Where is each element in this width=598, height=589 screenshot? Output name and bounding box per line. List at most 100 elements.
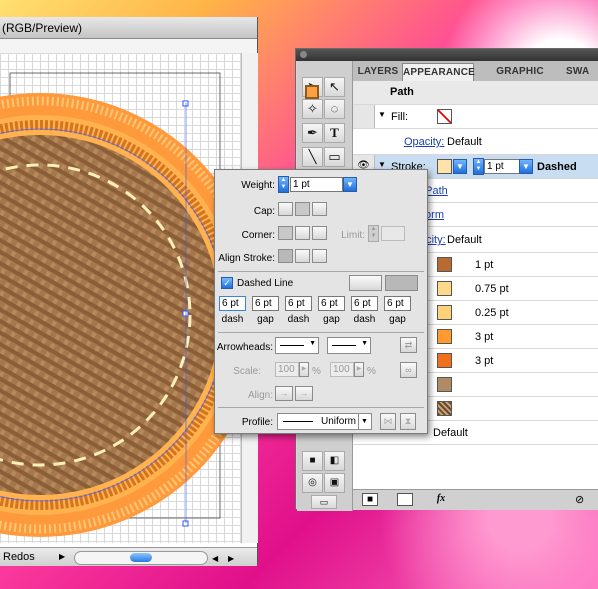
tab-graphic-styles[interactable]: GRAPHIC STYLES (475, 63, 565, 94)
add-fill-icon[interactable] (397, 493, 413, 506)
end-arrowhead-select[interactable]: ▼ (327, 337, 371, 354)
clear-appearance-icon[interactable]: ⊘ (575, 493, 584, 506)
start-arrowhead-select[interactable]: ▼ (275, 337, 319, 354)
stroke-item-value: 0.75 pt (475, 283, 509, 295)
status-label: Redos (3, 551, 35, 563)
stroke-weight-field[interactable]: 1 pt (484, 159, 520, 174)
anchor-point-bottom (182, 520, 189, 527)
disclosure-triangle-icon[interactable]: ▼ (378, 160, 386, 169)
flip-across-icon: ⧗ (400, 413, 416, 430)
stroke-item-value: 3 pt (475, 355, 494, 367)
lasso-tool-icon[interactable]: ◌ (324, 99, 345, 119)
horizontal-scrollbar[interactable] (74, 551, 208, 565)
change-screen-mode-icon[interactable]: ▭ (311, 495, 337, 509)
fx-icon[interactable]: fx (431, 493, 451, 506)
round-join-icon[interactable] (295, 226, 310, 240)
weight-label: Weight: (241, 180, 275, 191)
weight-field[interactable]: 1 pt (290, 177, 343, 192)
add-stroke-icon[interactable]: ■ (362, 493, 378, 506)
disclosure-triangle-icon[interactable]: ▼ (378, 110, 386, 119)
direct-selection-tool-icon[interactable]: ↖ (324, 77, 345, 97)
preserve-dashes-icon[interactable] (349, 275, 382, 291)
scale-start-dropdown-icon: ▶ (299, 362, 309, 377)
align-outside-icon[interactable] (312, 249, 327, 263)
rectangle-tool-icon[interactable]: ▭ (324, 147, 345, 167)
stroke-weight-dropdown-icon[interactable]: ▼ (519, 159, 533, 174)
bevel-join-icon[interactable] (312, 226, 327, 240)
align-dashes-icon[interactable] (385, 275, 418, 291)
screen-mode-icon[interactable]: ▣ (324, 473, 345, 493)
stroke-swatch[interactable] (437, 329, 452, 344)
visibility-toggle[interactable] (353, 105, 375, 128)
stroke-item-value: 0.25 pt (475, 307, 509, 319)
gap-field-1[interactable]: 6 pt (252, 296, 279, 311)
pen-tool-icon[interactable]: ✒ (302, 123, 323, 143)
no-fill-swatch-icon[interactable] (437, 109, 452, 124)
magic-wand-tool-icon[interactable]: ✧ (302, 99, 323, 119)
pie-artwork (0, 72, 241, 537)
weight-dropdown-icon[interactable]: ▼ (343, 177, 357, 192)
align-inside-icon[interactable] (295, 249, 310, 263)
stroke-swatch[interactable] (437, 353, 452, 368)
gap-field-3[interactable]: 6 pt (384, 296, 411, 311)
limit-label: Limit: (341, 230, 365, 241)
scroll-left-icon[interactable]: ◀ (212, 550, 218, 568)
scroll-right-icon[interactable]: ▶ (228, 550, 234, 568)
tab-appearance[interactable]: APPEARANCE (402, 63, 475, 81)
appearance-footer: ■ fx ⊘ (353, 489, 598, 510)
stroke-options-popup: Weight: ▲ ▼ 1 pt ▼ Cap: Corner: Limit: ▲ ▼… (214, 169, 428, 434)
dashed-line-checkbox[interactable]: ✓ (221, 277, 233, 289)
fill-swatch-icon[interactable]: ■ (302, 451, 323, 471)
miter-join-icon[interactable] (278, 226, 293, 240)
dashed-line-label: Dashed Line (237, 278, 294, 289)
scale-label: Scale: (233, 366, 261, 377)
stroke-swatch[interactable] (437, 281, 452, 296)
dash-caption-1: dash (221, 314, 244, 325)
artboard-canvas[interactable] (0, 53, 241, 543)
swap-arrowheads-icon: ⇄ (400, 337, 417, 353)
stroke-swatch[interactable] (437, 305, 452, 320)
dash-field-3[interactable]: 6 pt (351, 296, 378, 311)
weight-stepper[interactable]: ▲ ▼ (278, 176, 289, 193)
type-tool-icon[interactable]: T (324, 123, 345, 143)
draw-mode-icon[interactable]: ◎ (302, 473, 323, 493)
arrowheads-label: Arrowheads: (216, 342, 273, 353)
profile-value: Uniform (321, 416, 357, 427)
round-cap-icon[interactable] (295, 202, 310, 216)
dash-field-2[interactable]: 6 pt (285, 296, 312, 311)
fill-swatch[interactable] (437, 377, 452, 392)
tab-swatches[interactable]: SWA (566, 63, 598, 80)
square-cap-icon[interactable] (312, 202, 327, 216)
path-thumbnail-icon (305, 85, 319, 99)
butt-cap-icon[interactable] (278, 202, 293, 216)
gap-field-2[interactable]: 6 pt (318, 296, 345, 311)
align-center-icon[interactable] (278, 249, 293, 263)
line-tool-icon[interactable]: ╲ (302, 147, 323, 167)
horizontal-ruler[interactable] (0, 39, 257, 54)
status-menu-arrow-icon[interactable]: ▶ (59, 548, 65, 566)
opacity-link[interactable]: Opacity: (404, 136, 444, 148)
appearance-object-row: Path (305, 81, 598, 105)
stroke-color-dropdown-icon[interactable]: ▼ (453, 159, 467, 174)
stroke-swatch[interactable] (437, 257, 452, 272)
percent-label-1: % (312, 366, 321, 377)
opacity-value: Default (447, 136, 482, 148)
panel-tabs: LAYERS APPEARANCE GRAPHIC STYLES SWA (352, 61, 598, 94)
pattern-swatch-icon[interactable] (437, 401, 452, 416)
opacity-row[interactable]: Opacity: Default (353, 129, 598, 155)
stroke-color-swatch[interactable] (437, 159, 452, 174)
percent-label-2: % (367, 366, 376, 377)
scroll-thumb[interactable] (130, 553, 152, 562)
tab-layers[interactable]: LAYERS (356, 63, 400, 80)
fill-row[interactable]: ▼ Fill: (353, 105, 598, 129)
stroke-style-label[interactable]: Dashed (537, 161, 577, 173)
stroke-item-value: 1 pt (475, 259, 494, 271)
bottom-opacity-value: Default (433, 427, 468, 439)
divider (218, 271, 424, 272)
profile-select[interactable]: Uniform ▼ (277, 413, 372, 430)
panel-titlebar[interactable] (296, 49, 598, 61)
stroke-weight-stepper[interactable]: ▲ ▼ (473, 158, 484, 175)
swap-colors-icon[interactable]: ◧ (324, 451, 345, 471)
close-icon[interactable] (300, 51, 307, 58)
dash-field-1[interactable]: 6 pt (219, 296, 246, 311)
